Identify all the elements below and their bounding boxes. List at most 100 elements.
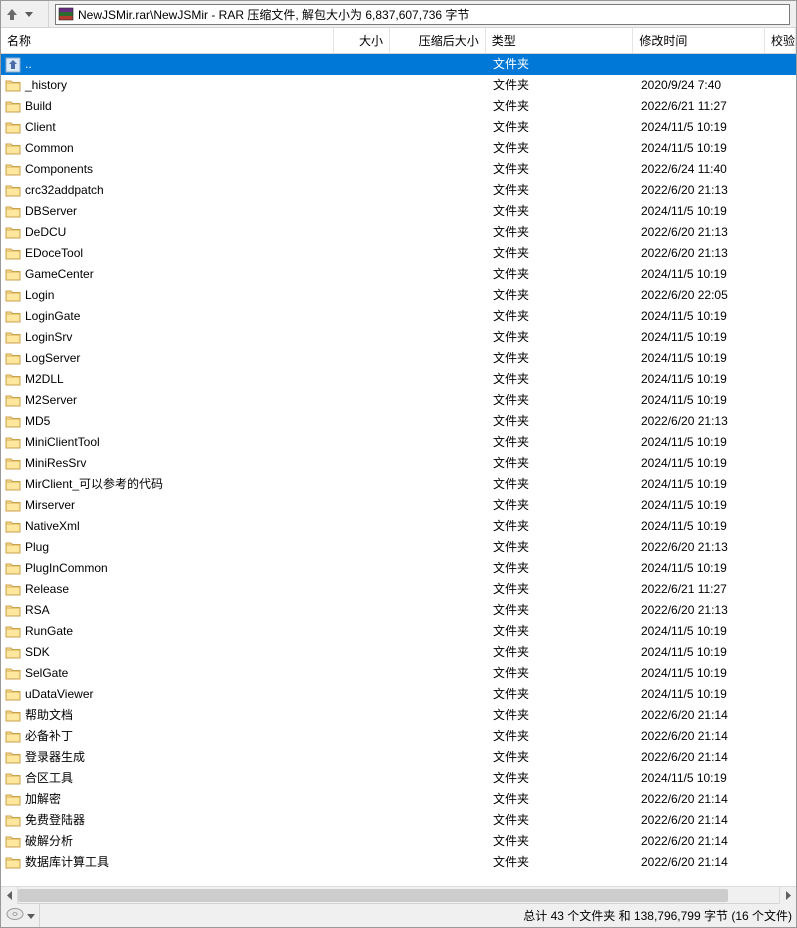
table-row[interactable]: DBServer文件夹2024/11/5 10:19 [1, 201, 796, 222]
table-row[interactable]: LoginSrv文件夹2024/11/5 10:19 [1, 327, 796, 348]
table-row[interactable]: Mirserver文件夹2024/11/5 10:19 [1, 495, 796, 516]
table-row[interactable]: RunGate文件夹2024/11/5 10:19 [1, 621, 796, 642]
scroll-left-button[interactable] [1, 887, 18, 904]
folder-icon [5, 183, 21, 199]
column-header-name[interactable]: 名称 [1, 28, 334, 53]
folder-icon [5, 519, 21, 535]
column-header: 名称 大小 压缩后大小 类型 修改时间 校验 [1, 28, 796, 54]
folder-icon [5, 309, 21, 325]
row-type: 文件夹 [493, 789, 529, 810]
table-row[interactable]: Build文件夹2022/6/21 11:27 [1, 96, 796, 117]
row-type: 文件夹 [493, 768, 529, 789]
row-mtime: 2022/6/20 21:13 [641, 222, 728, 243]
column-header-type[interactable]: 类型 [486, 28, 634, 53]
table-row[interactable]: crc32addpatch文件夹2022/6/20 21:13 [1, 180, 796, 201]
table-row[interactable]: Components文件夹2022/6/24 11:40 [1, 159, 796, 180]
table-row[interactable]: _history文件夹2020/9/24 7:40 [1, 75, 796, 96]
column-header-crc[interactable]: 校验 [765, 28, 796, 53]
parent-folder-row[interactable]: ..文件夹 [1, 54, 796, 75]
table-row[interactable]: Release文件夹2022/6/21 11:27 [1, 579, 796, 600]
row-mtime: 2022/6/20 21:13 [641, 180, 728, 201]
table-row[interactable]: 加解密文件夹2022/6/20 21:14 [1, 789, 796, 810]
folder-icon [5, 666, 21, 682]
table-row[interactable]: EDoceTool文件夹2022/6/20 21:13 [1, 243, 796, 264]
row-type: 文件夹 [493, 810, 529, 831]
table-row[interactable]: LoginGate文件夹2024/11/5 10:19 [1, 306, 796, 327]
row-mtime: 2024/11/5 10:19 [641, 495, 727, 516]
folder-icon [5, 99, 21, 115]
row-name: DeDCU [25, 222, 66, 243]
rar-archive-icon [58, 6, 74, 22]
folder-icon [5, 645, 21, 661]
horizontal-scrollbar[interactable] [1, 886, 796, 903]
row-type: 文件夹 [493, 159, 529, 180]
scroll-right-button[interactable] [779, 887, 796, 904]
row-type: 文件夹 [493, 411, 529, 432]
row-name: 必备补丁 [25, 726, 73, 747]
row-type: 文件夹 [493, 117, 529, 138]
table-row[interactable]: M2DLL文件夹2024/11/5 10:19 [1, 369, 796, 390]
table-row[interactable]: 帮助文档文件夹2022/6/20 21:14 [1, 705, 796, 726]
table-row[interactable]: Plug文件夹2022/6/20 21:13 [1, 537, 796, 558]
table-row[interactable]: Client文件夹2024/11/5 10:19 [1, 117, 796, 138]
row-name: 帮助文档 [25, 705, 73, 726]
folder-icon [5, 267, 21, 283]
table-row[interactable]: MiniClientTool文件夹2024/11/5 10:19 [1, 432, 796, 453]
table-row[interactable]: M2Server文件夹2024/11/5 10:19 [1, 390, 796, 411]
table-row[interactable]: Login文件夹2022/6/20 22:05 [1, 285, 796, 306]
path-text: NewJSMir.rar\NewJSMir - RAR 压缩文件, 解包大小为 … [78, 6, 787, 23]
table-row[interactable]: MirClient_可以参考的代码文件夹2024/11/5 10:19 [1, 474, 796, 495]
scrollbar-track[interactable] [18, 887, 779, 903]
row-mtime: 2024/11/5 10:19 [641, 306, 727, 327]
table-row[interactable]: DeDCU文件夹2022/6/20 21:13 [1, 222, 796, 243]
table-row[interactable]: 免费登陆器文件夹2022/6/20 21:14 [1, 810, 796, 831]
file-list-viewport: ..文件夹_history文件夹2020/9/24 7:40Build文件夹20… [1, 54, 796, 886]
file-list[interactable]: ..文件夹_history文件夹2020/9/24 7:40Build文件夹20… [1, 54, 796, 886]
disc-button[interactable] [5, 907, 25, 924]
row-type: 文件夹 [493, 432, 529, 453]
table-row[interactable]: GameCenter文件夹2024/11/5 10:19 [1, 264, 796, 285]
row-mtime: 2024/11/5 10:19 [641, 663, 727, 684]
folder-icon [5, 225, 21, 241]
table-row[interactable]: 破解分析文件夹2022/6/20 21:14 [1, 831, 796, 852]
table-row[interactable]: MiniResSrv文件夹2024/11/5 10:19 [1, 453, 796, 474]
folder-icon [5, 435, 21, 451]
row-name: Mirserver [25, 495, 75, 516]
row-name: RunGate [25, 621, 73, 642]
go-up-button[interactable] [5, 7, 19, 21]
table-row[interactable]: uDataViewer文件夹2024/11/5 10:19 [1, 684, 796, 705]
history-dropdown-button[interactable] [25, 9, 33, 19]
table-row[interactable]: 合区工具文件夹2024/11/5 10:19 [1, 768, 796, 789]
column-header-size[interactable]: 大小 [334, 28, 390, 53]
disc-dropdown-button[interactable] [27, 911, 35, 921]
table-row[interactable]: 必备补丁文件夹2022/6/20 21:14 [1, 726, 796, 747]
folder-icon [5, 540, 21, 556]
table-row[interactable]: LogServer文件夹2024/11/5 10:19 [1, 348, 796, 369]
column-header-mtime[interactable]: 修改时间 [633, 28, 765, 53]
row-mtime: 2024/11/5 10:19 [641, 474, 727, 495]
row-name: GameCenter [25, 264, 94, 285]
row-type: 文件夹 [493, 285, 529, 306]
table-row[interactable]: MD5文件夹2022/6/20 21:13 [1, 411, 796, 432]
row-name: Build [25, 96, 52, 117]
row-mtime: 2024/11/5 10:19 [641, 453, 727, 474]
row-mtime: 2024/11/5 10:19 [641, 327, 727, 348]
table-row[interactable]: SDK文件夹2024/11/5 10:19 [1, 642, 796, 663]
row-type: 文件夹 [493, 537, 529, 558]
table-row[interactable]: 数据库计算工具文件夹2022/6/20 21:14 [1, 852, 796, 873]
row-type: 文件夹 [493, 558, 529, 579]
table-row[interactable]: SelGate文件夹2024/11/5 10:19 [1, 663, 796, 684]
path-input[interactable]: NewJSMir.rar\NewJSMir - RAR 压缩文件, 解包大小为 … [55, 4, 790, 25]
row-type: 文件夹 [493, 684, 529, 705]
row-name: SDK [25, 642, 50, 663]
row-mtime: 2024/11/5 10:19 [641, 558, 727, 579]
column-header-packed[interactable]: 压缩后大小 [390, 28, 486, 53]
table-row[interactable]: PlugInCommon文件夹2024/11/5 10:19 [1, 558, 796, 579]
chevron-down-icon [25, 11, 33, 19]
scrollbar-thumb[interactable] [18, 889, 728, 902]
table-row[interactable]: NativeXml文件夹2024/11/5 10:19 [1, 516, 796, 537]
table-row[interactable]: RSA文件夹2022/6/20 21:13 [1, 600, 796, 621]
table-row[interactable]: 登录器生成文件夹2022/6/20 21:14 [1, 747, 796, 768]
row-mtime: 2022/6/20 21:13 [641, 243, 728, 264]
table-row[interactable]: Common文件夹2024/11/5 10:19 [1, 138, 796, 159]
